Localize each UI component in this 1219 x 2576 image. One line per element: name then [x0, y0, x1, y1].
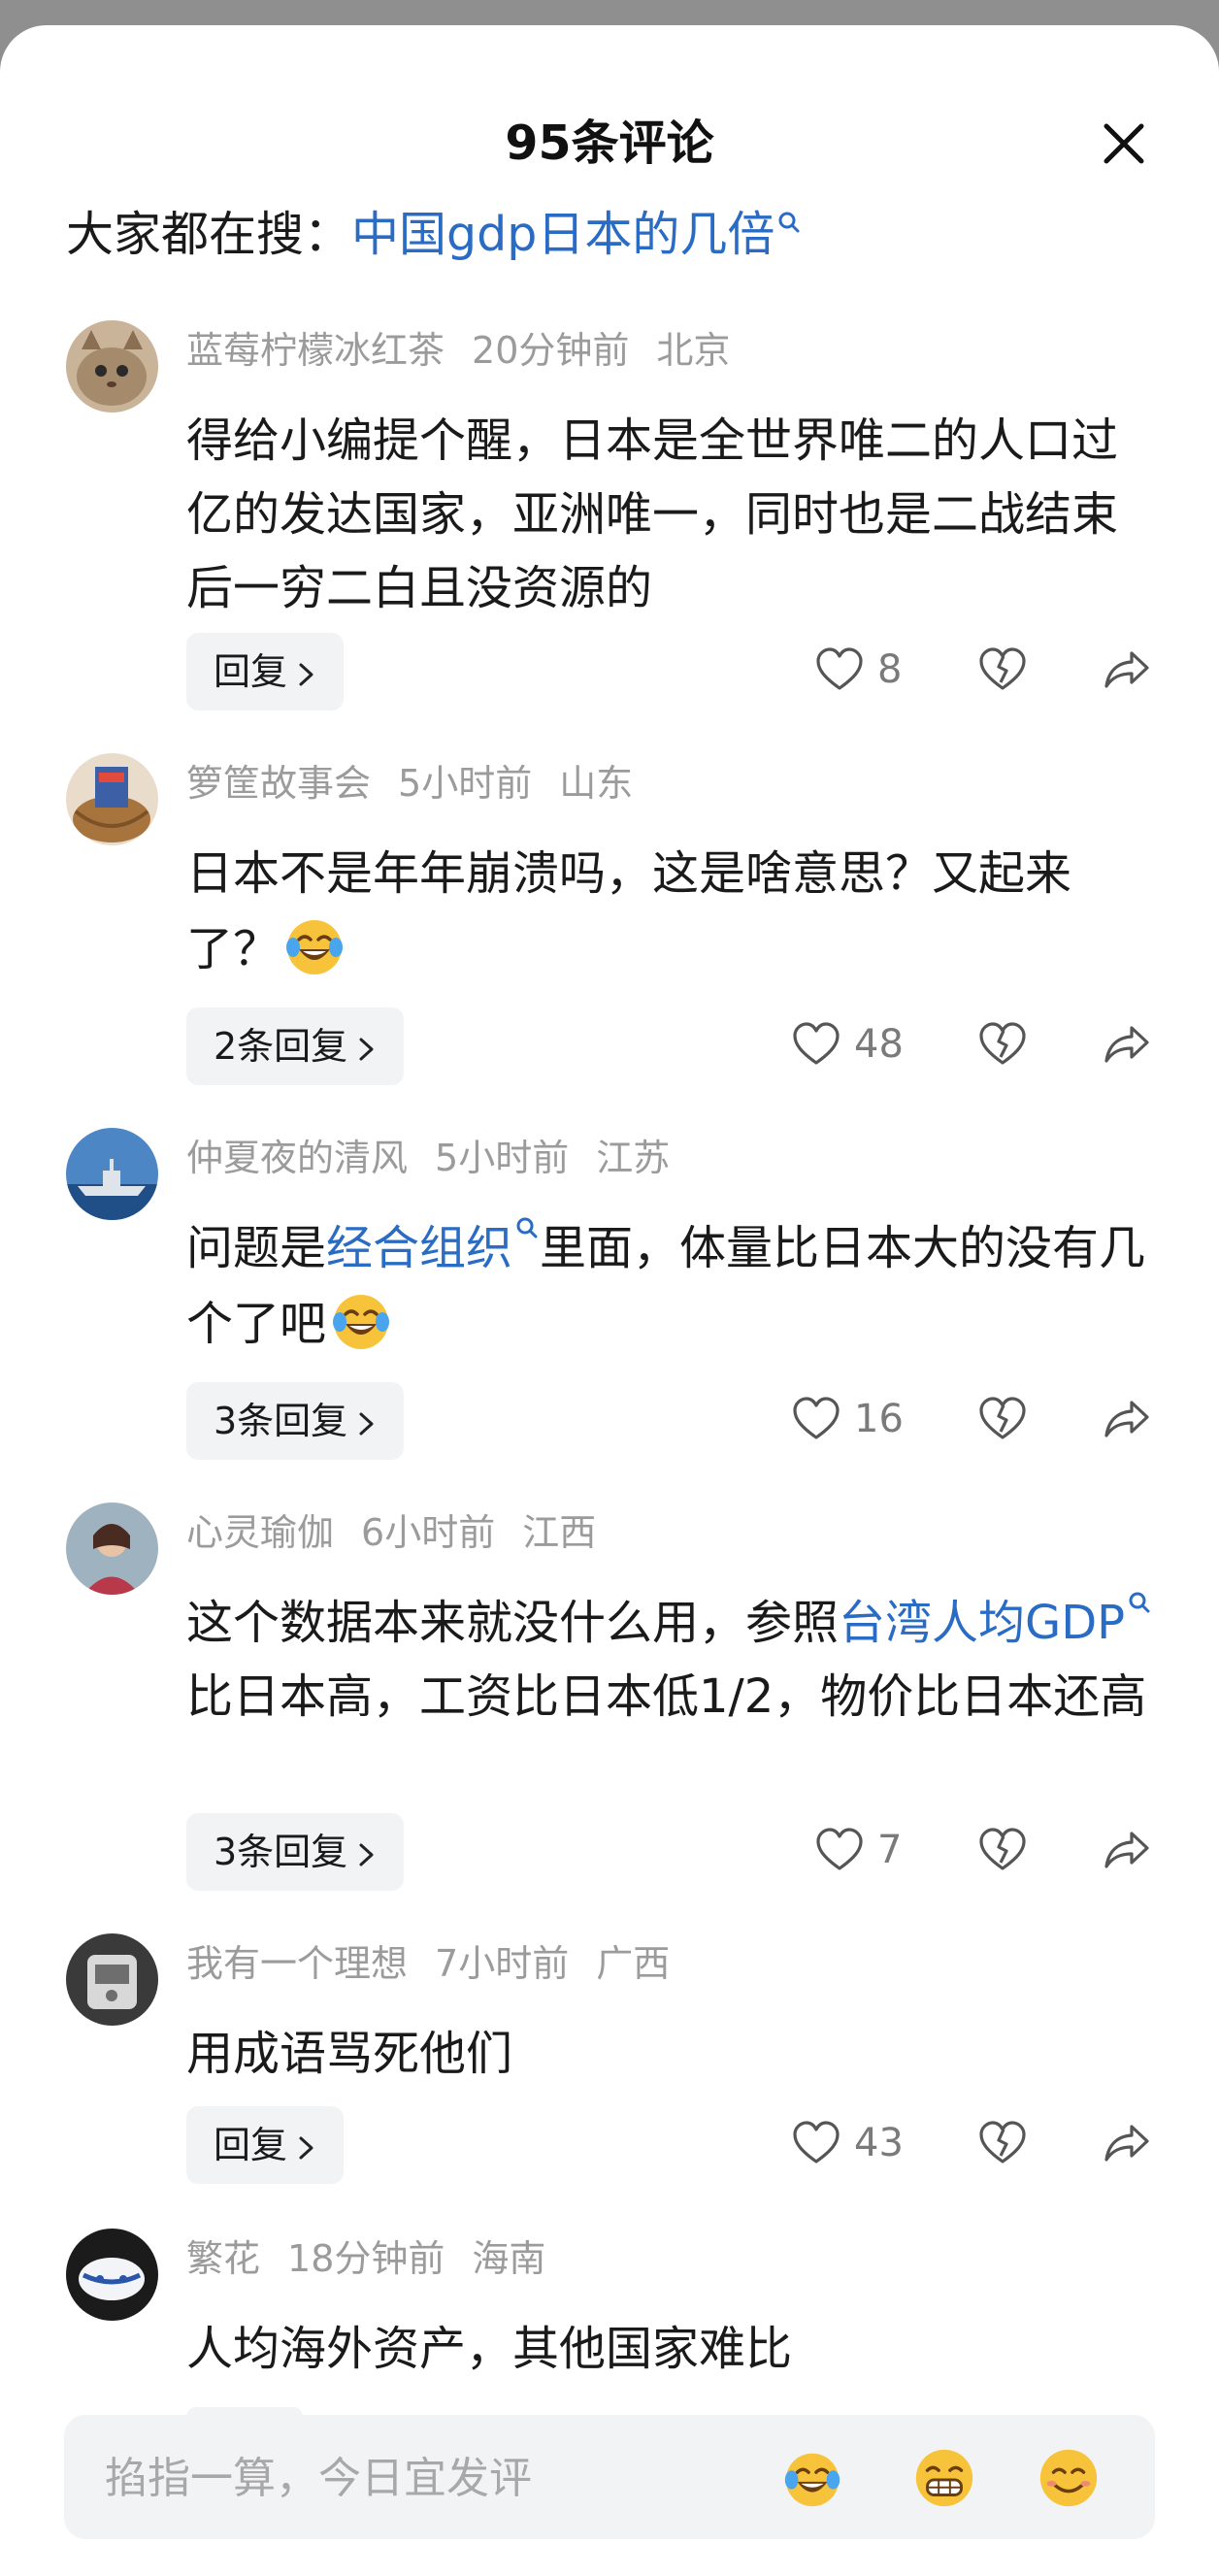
timestamp: 6小时前 [361, 1511, 496, 1554]
share-icon[interactable] [1101, 1393, 1153, 1445]
comment-text: 问题是经合组织 里面，体量比日本大的没有几个了吧 [186, 1211, 1157, 1361]
username[interactable]: 繁花 [186, 2237, 260, 2280]
chevron-right-icon [357, 1410, 377, 1437]
heart-icon [790, 2117, 842, 2169]
reply-label: 回复 [214, 650, 288, 693]
comment-meta: 蓝莓柠檬冰红茶 20分钟前 北京 [186, 328, 757, 373]
comment-text-part: 比日本高，工资比日本低1/2，物价比日本还高 [186, 1669, 1147, 1724]
username[interactable]: 心灵瑜伽 [186, 1511, 334, 1554]
comment-meta: 繁花 18分钟前 海南 [186, 2236, 573, 2281]
comment-text-part: 问题是 [186, 1221, 327, 1275]
reply-button[interactable]: 回复 [186, 2106, 345, 2184]
keyword-link[interactable]: 经合组织 [326, 1221, 512, 1275]
avatar[interactable] [66, 320, 158, 413]
hot-search-link[interactable]: 中国gdp日本的几倍 [351, 207, 774, 262]
hot-search-prefix: 大家都在搜： [66, 207, 352, 262]
comment-input-placeholder: 掐指一算，今日宜发评 [105, 2454, 532, 2503]
comments-title: 95条评论 [505, 116, 714, 171]
location: 江西 [522, 1511, 597, 1554]
location: 广西 [596, 1942, 671, 1985]
reply-button[interactable]: 3条回复 [186, 1813, 405, 1891]
search-icon [1127, 1590, 1152, 1615]
location: 海南 [472, 2237, 546, 2280]
grin-emoji[interactable] [910, 2444, 978, 2512]
like-count: 43 [854, 2121, 904, 2165]
reply-button[interactable]: 回复 [186, 633, 345, 710]
chevron-right-icon [357, 1036, 377, 1063]
chevron-right-icon [357, 1841, 377, 1868]
search-icon [776, 210, 802, 235]
comment-meta: 心灵瑜伽 6小时前 江西 [186, 1510, 623, 1555]
timestamp: 7小时前 [435, 1942, 570, 1985]
username[interactable]: 我有一个理想 [186, 1942, 408, 1985]
reply-button[interactable]: 2条回复 [186, 1007, 405, 1085]
timestamp: 5小时前 [398, 762, 533, 805]
like-count: 7 [877, 1828, 903, 1872]
location: 山东 [559, 762, 634, 805]
reply-label: 3条回复 [214, 1831, 348, 1873]
timestamp: 18分钟前 [287, 2237, 445, 2280]
avatar[interactable] [66, 1503, 158, 1595]
comment-text-part: 得给小编提个醒，日本是全世界唯二的人口过亿的发达国家，亚洲唯一，同时也是二战结束… [186, 413, 1119, 615]
like-count: 48 [854, 1022, 904, 1067]
timestamp: 20分钟前 [472, 329, 630, 372]
laugh-cry-emoji [280, 910, 349, 980]
share-icon[interactable] [1101, 644, 1153, 696]
broken-heart-icon[interactable] [976, 1393, 1029, 1445]
laugh-cry-emoji[interactable] [778, 2444, 846, 2512]
avatar[interactable] [66, 1128, 158, 1220]
close-icon[interactable] [1093, 113, 1155, 175]
broken-heart-icon[interactable] [976, 644, 1029, 696]
like-count: 8 [877, 647, 903, 692]
avatar[interactable] [66, 2229, 158, 2321]
like-count: 16 [854, 1397, 904, 1441]
timestamp: 5小时前 [435, 1137, 570, 1179]
heart-icon [813, 644, 866, 696]
search-icon [514, 1215, 540, 1240]
comment-input[interactable]: 掐指一算，今日宜发评 [64, 2415, 1155, 2539]
comment-meta: 我有一个理想 7小时前 广西 [186, 1941, 697, 1986]
share-icon[interactable] [1101, 1824, 1153, 1876]
comment-meta: 箩筐故事会 5小时前 山东 [186, 761, 660, 806]
username[interactable]: 箩筐故事会 [186, 762, 371, 805]
comment-text: 用成语骂死他们 [186, 2017, 1157, 2091]
heart-icon [790, 1018, 842, 1071]
comment-text-part: 这个数据本来就没什么用，参照 [186, 1596, 840, 1650]
hot-search: 大家都在搜：中国gdp日本的几倍 [66, 206, 802, 264]
heart-icon [813, 1824, 866, 1876]
avatar[interactable] [66, 1933, 158, 2026]
comment-text: 日本不是年年崩溃吗，这是啥意思？又起来了？ [186, 837, 1157, 986]
username[interactable]: 蓝莓柠檬冰红茶 [186, 329, 445, 372]
comment-text: 得给小编提个醒，日本是全世界唯二的人口过亿的发达国家，亚洲唯一，同时也是二战结束… [186, 404, 1157, 625]
broken-heart-icon[interactable] [976, 1824, 1029, 1876]
comment-meta: 仲夏夜的清风 5小时前 江苏 [186, 1136, 697, 1180]
reply-button[interactable]: 3条回复 [186, 1382, 405, 1460]
location: 北京 [656, 329, 731, 372]
comment-text-part: 人均海外资产，其他国家难比 [186, 2322, 793, 2376]
comment-text: 人均海外资产，其他国家难比 [186, 2312, 1157, 2386]
reply-label: 2条回复 [214, 1025, 348, 1068]
broken-heart-icon[interactable] [976, 1018, 1029, 1071]
share-icon[interactable] [1101, 1018, 1153, 1071]
share-icon[interactable] [1101, 2117, 1153, 2169]
broken-heart-icon[interactable] [976, 2117, 1029, 2169]
comment-text-part: 用成语骂死他们 [186, 2027, 513, 2081]
laugh-cry-emoji [326, 1285, 396, 1355]
comment-sheet: 95条评论 大家都在搜：中国gdp日本的几倍 蓝莓柠檬冰红茶 20分钟前 北京 得给… [0, 25, 1219, 2576]
comment-text: 这个数据本来就没什么用，参照台湾人均GDP 比日本高，工资比日本低1/2，物价比日… [186, 1586, 1157, 1734]
username[interactable]: 仲夏夜的清风 [186, 1137, 408, 1179]
chevron-right-icon [297, 2134, 316, 2162]
smile-emoji[interactable] [1035, 2444, 1103, 2512]
reply-label: 回复 [214, 2124, 288, 2166]
chevron-right-icon [297, 661, 316, 688]
reply-label: 3条回复 [214, 1400, 348, 1442]
heart-icon [790, 1393, 842, 1445]
location: 江苏 [596, 1137, 671, 1179]
avatar[interactable] [66, 753, 158, 845]
keyword-link[interactable]: 台湾人均GDP [839, 1596, 1125, 1650]
